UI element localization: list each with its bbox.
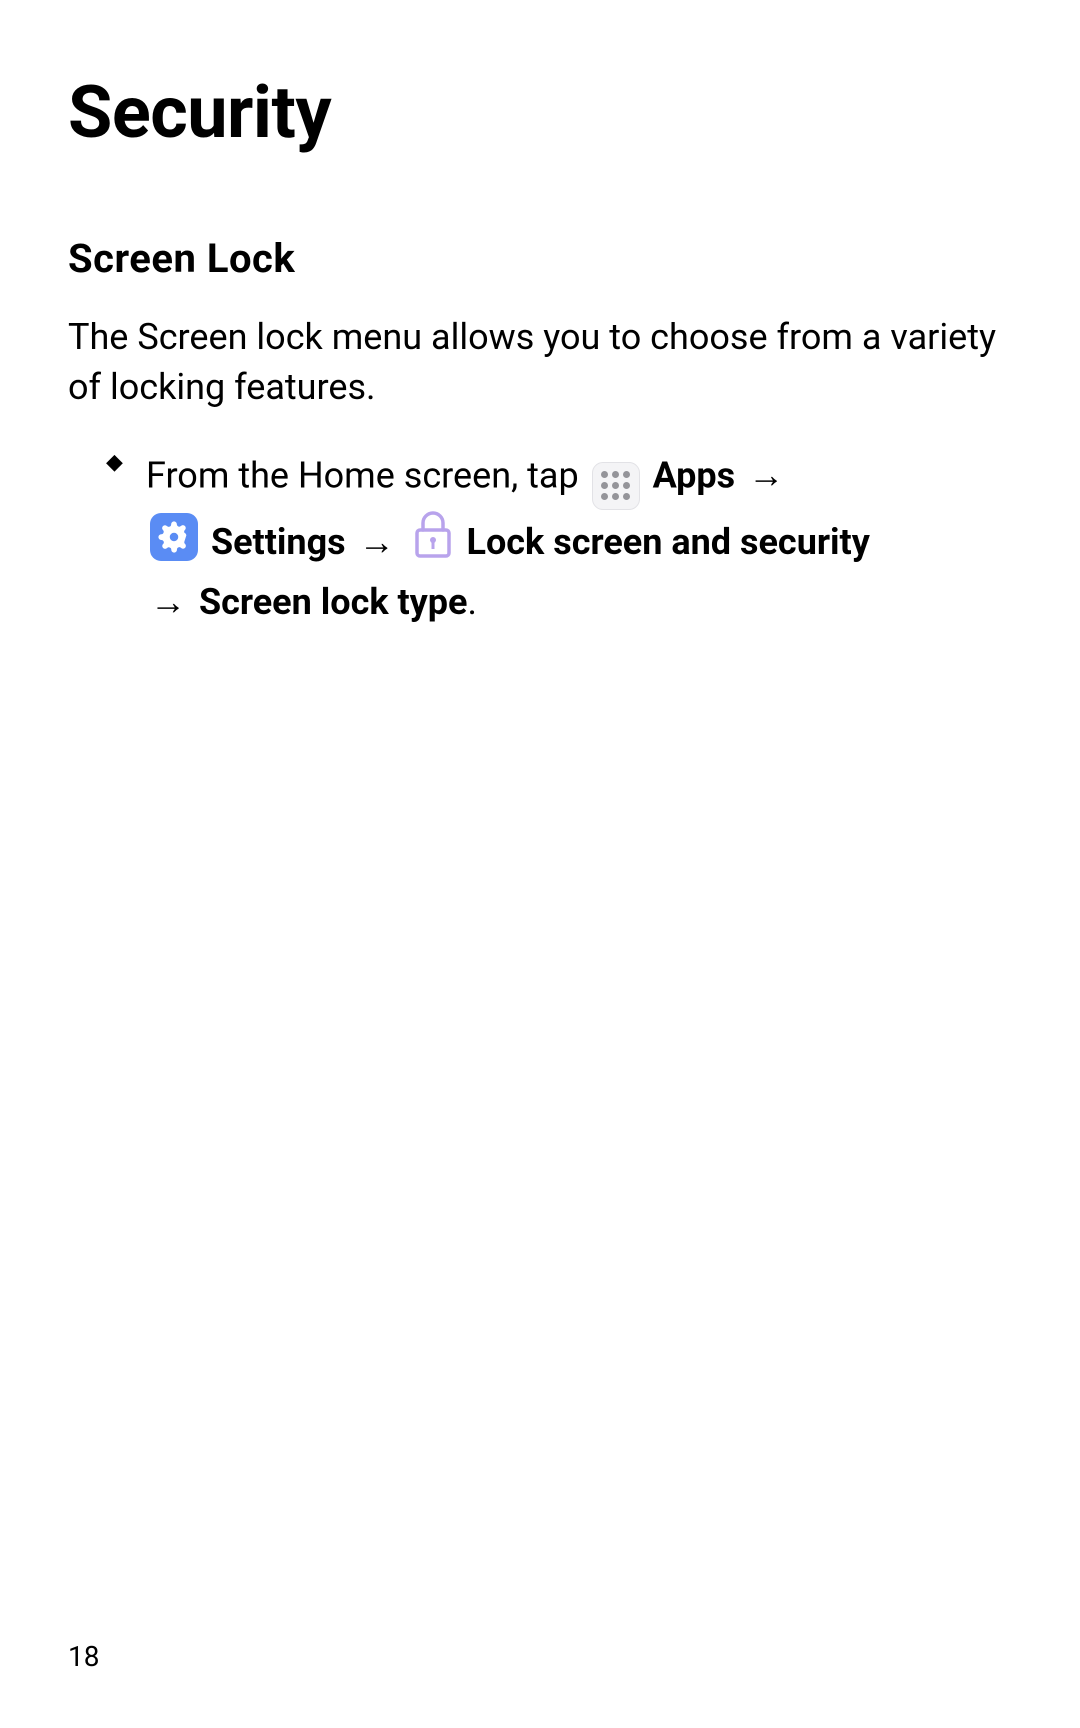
page-number: 18 bbox=[68, 1640, 99, 1673]
arrow-icon: → bbox=[748, 449, 784, 502]
apps-icon bbox=[592, 440, 640, 510]
intro-paragraph: The Screen lock menu allows you to choos… bbox=[68, 312, 1012, 413]
lock-screen-security-label: Lock screen and security bbox=[467, 521, 870, 563]
arrow-icon: → bbox=[359, 516, 395, 569]
screen-lock-type-label: Screen lock type bbox=[199, 581, 468, 623]
instruction-item: From the Home screen, tap Apps → bbox=[106, 443, 1012, 630]
apps-label: Apps bbox=[653, 454, 736, 496]
settings-label: Settings bbox=[211, 521, 346, 563]
page-title: Security bbox=[68, 70, 1012, 155]
instruction-prefix: From the Home screen, tap bbox=[146, 454, 588, 496]
instruction-list: From the Home screen, tap Apps → bbox=[68, 443, 1012, 630]
period: . bbox=[468, 581, 478, 623]
settings-icon bbox=[150, 513, 198, 569]
lock-icon bbox=[412, 510, 454, 573]
arrow-icon: → bbox=[150, 576, 186, 629]
section-heading-screen-lock: Screen Lock bbox=[68, 235, 1012, 282]
